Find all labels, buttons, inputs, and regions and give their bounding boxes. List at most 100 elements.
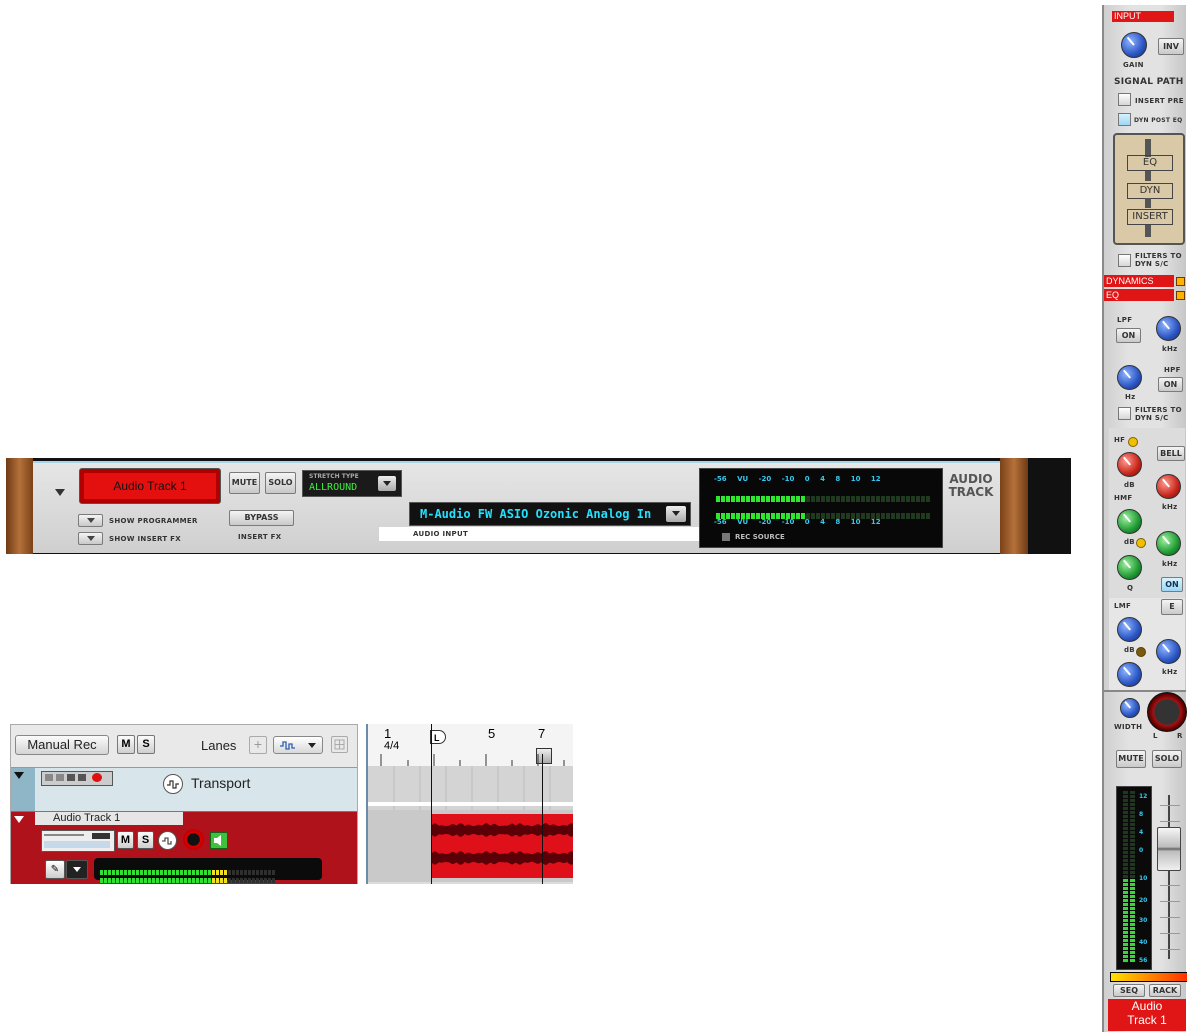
mute-button[interactable]: MUTE [229, 472, 260, 494]
show-programmer-label: SHOW PROGRAMMER [109, 517, 198, 525]
insert-pre-checkbox[interactable] [1118, 93, 1131, 106]
mute-all-button[interactable]: M [117, 735, 135, 754]
audio-track-row[interactable]: Audio Track 1 M S ✎ [11, 811, 357, 884]
pan-right-label: R [1177, 732, 1183, 740]
dynamics-section-header[interactable]: DYNAMICS [1104, 275, 1174, 287]
left-locator-marker[interactable]: L [430, 730, 446, 744]
show-insert-fx-toggle[interactable] [78, 532, 103, 545]
eq-section-header[interactable]: EQ [1104, 289, 1174, 301]
filters-to-dyn-checkbox-2[interactable] [1118, 407, 1131, 420]
audio-track-level-meter [94, 858, 322, 883]
show-programmer-toggle[interactable] [78, 514, 103, 527]
signal-arrow-low-icon [1145, 198, 1151, 208]
fader-scale-label: 0 [1139, 847, 1144, 854]
track-name-display[interactable]: Audio Track 1 [79, 468, 221, 504]
insert-fx-label: INSERT FX [238, 533, 282, 541]
filters-to-dyn-label-1: FILTERS TO DYN S/C [1135, 252, 1182, 268]
transport-fold-icon[interactable] [14, 772, 24, 779]
lpf-on-button[interactable]: ON [1116, 328, 1141, 343]
pan-left-label: L [1153, 732, 1158, 740]
lmf-frequency-knob[interactable] [1156, 639, 1181, 664]
audio-track-tool-button[interactable]: ✎ [45, 860, 65, 879]
hmf-q-knob[interactable] [1117, 555, 1142, 580]
eq-on-button[interactable]: ON [1161, 577, 1183, 592]
audio-track-fold-icon[interactable] [14, 816, 24, 823]
lmf-gain-knob[interactable] [1117, 617, 1142, 642]
rec-source-checkbox[interactable] [722, 533, 730, 541]
signal-path-diagram: EQ DYN INSERT [1113, 133, 1185, 245]
hpf-on-button[interactable]: ON [1158, 377, 1183, 392]
eq-on-led[interactable] [1176, 291, 1185, 300]
solo-button[interactable]: SOLO [265, 472, 296, 494]
lane-options-button[interactable] [331, 736, 348, 753]
fold-toggle-icon[interactable] [55, 489, 65, 496]
ruler-bar-5: 5 [488, 726, 496, 741]
gain-knob[interactable] [1121, 32, 1147, 58]
audio-track-menu-button[interactable] [66, 860, 88, 879]
hf-khz-label: kHz [1162, 503, 1178, 511]
manual-rec-button[interactable]: Manual Rec [15, 735, 109, 755]
hmf-frequency-knob[interactable] [1156, 531, 1181, 556]
rec-source-label: REC SOURCE [735, 533, 785, 541]
audio-track-solo-button[interactable]: S [137, 831, 154, 849]
audio-input-selector[interactable]: M-Audio FW ASIO Ozonic Analog In [409, 502, 691, 526]
input-section-header[interactable]: INPUT [1112, 11, 1174, 22]
eq-mode-e-button[interactable]: E [1161, 599, 1183, 615]
bypass-button[interactable]: BYPASS [229, 510, 294, 526]
path-insert-block: INSERT [1127, 209, 1173, 225]
filters-to-dyn-label-2: FILTERS TO DYN S/C [1135, 406, 1182, 422]
hf-label: HF [1114, 436, 1126, 444]
ruler-bar-1: 1 [384, 726, 392, 741]
transport-icon [163, 774, 183, 794]
audio-track-record-button[interactable] [183, 829, 204, 850]
channel-fader-handle[interactable] [1157, 827, 1181, 871]
path-eq-block: EQ [1127, 155, 1173, 171]
hf-gain-knob[interactable] [1117, 452, 1142, 477]
hpf-frequency-knob[interactable] [1117, 365, 1142, 390]
device-title: AUDIO TRACK [948, 473, 994, 499]
audio-clip[interactable] [431, 814, 573, 878]
left-locator-line [431, 724, 432, 884]
vu-scale-bottom: -56 VU -20 -10 0 4 8 10 12 [714, 518, 881, 526]
lmf-db-label: dB [1124, 646, 1135, 654]
hmf-gain-knob[interactable] [1117, 509, 1142, 534]
vu-bar-right [716, 506, 931, 519]
channel-name-display[interactable]: Audio Track 1 [1108, 999, 1186, 1031]
rack-button[interactable]: RACK [1149, 984, 1181, 997]
fader-scale: 12 8 4 0 10 20 30 40 56 [1139, 789, 1151, 967]
hf-bell-button[interactable]: BELL [1157, 446, 1185, 461]
pan-knob[interactable] [1147, 692, 1187, 732]
seq-button[interactable]: SEQ [1113, 984, 1145, 997]
audio-track-edit-icon[interactable] [158, 831, 177, 850]
lpf-khz-label: kHz [1162, 345, 1178, 353]
fader-scale-label: 8 [1139, 811, 1144, 818]
channel-solo-button[interactable]: SOLO [1152, 750, 1182, 768]
waveform-lane-icon [280, 741, 316, 750]
lpf-frequency-knob[interactable] [1156, 316, 1181, 341]
dyn-post-eq-checkbox[interactable] [1118, 113, 1131, 126]
audio-track-name-tab[interactable]: Audio Track 1 [35, 812, 183, 825]
solo-all-button[interactable]: S [137, 735, 155, 754]
add-lane-button[interactable]: + [249, 736, 267, 754]
hmf-q-label: Q [1127, 584, 1134, 592]
channel-mute-button[interactable]: MUTE [1116, 750, 1146, 768]
hf-frequency-knob[interactable] [1156, 474, 1181, 499]
filters-to-dyn-checkbox-1[interactable] [1118, 254, 1131, 267]
lmf-q-knob[interactable] [1117, 662, 1142, 687]
speaker-icon[interactable] [210, 832, 228, 849]
audio-input-dropdown-icon[interactable] [666, 506, 686, 522]
stretch-type-selector[interactable]: STRETCH TYPE ALLROUND [302, 470, 402, 497]
lmf-label: LMF [1114, 602, 1132, 610]
path-dyn-block: DYN [1127, 183, 1173, 199]
stretch-dropdown-icon[interactable] [378, 476, 396, 491]
lane-type-dropdown[interactable] [273, 736, 323, 754]
transport-track[interactable]: Transport [11, 767, 357, 812]
audio-track-mute-button[interactable]: M [117, 831, 134, 849]
arrangement-view: 1 4/4 5 7 L [366, 724, 573, 884]
audio-input-label: AUDIO INPUT [413, 530, 469, 538]
width-label: WIDTH [1114, 723, 1143, 731]
fader-scale-label: 56 [1139, 957, 1148, 964]
invert-phase-button[interactable]: INV [1158, 38, 1184, 55]
stereo-width-knob[interactable] [1120, 698, 1140, 718]
dynamics-on-led[interactable] [1176, 277, 1185, 286]
